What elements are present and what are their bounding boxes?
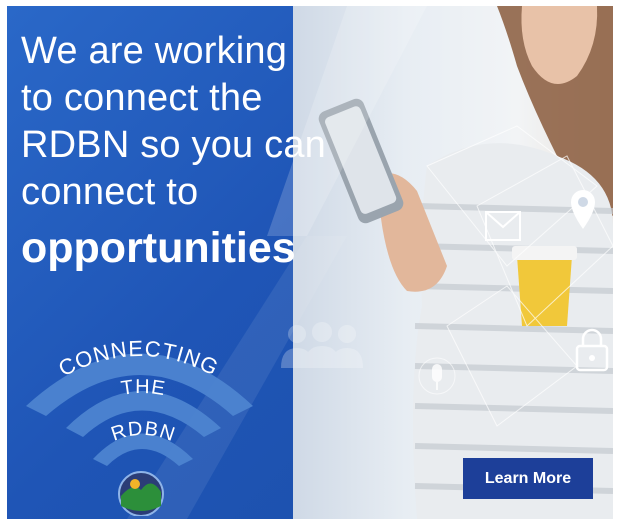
people-icon bbox=[281, 322, 363, 368]
headline-line-4: connect to bbox=[21, 171, 199, 213]
woman-with-phone-illustration bbox=[318, 6, 613, 519]
logo-text-the: THE bbox=[120, 376, 167, 400]
svg-text:THE: THE bbox=[120, 376, 168, 400]
lock-icon bbox=[575, 328, 609, 372]
location-pin-icon bbox=[571, 190, 595, 229]
connecting-the-rdbn-logo: CONNECTING THE RDBN bbox=[26, 336, 253, 516]
ad-banner[interactable]: We are working to connect the RDBN so yo… bbox=[7, 6, 613, 519]
headline: We are working to connect the RDBN so yo… bbox=[21, 28, 351, 276]
headline-line-2: to connect the bbox=[21, 77, 263, 119]
headline-emphasis: opportunities bbox=[21, 224, 296, 272]
email-icon bbox=[485, 211, 521, 241]
headline-line-3: RDBN so you can bbox=[21, 124, 327, 166]
logo-emblem-icon bbox=[118, 471, 164, 516]
microphone-icon bbox=[418, 357, 456, 395]
learn-more-button[interactable]: Learn More bbox=[463, 458, 593, 499]
headline-line-1: We are working bbox=[21, 30, 288, 72]
